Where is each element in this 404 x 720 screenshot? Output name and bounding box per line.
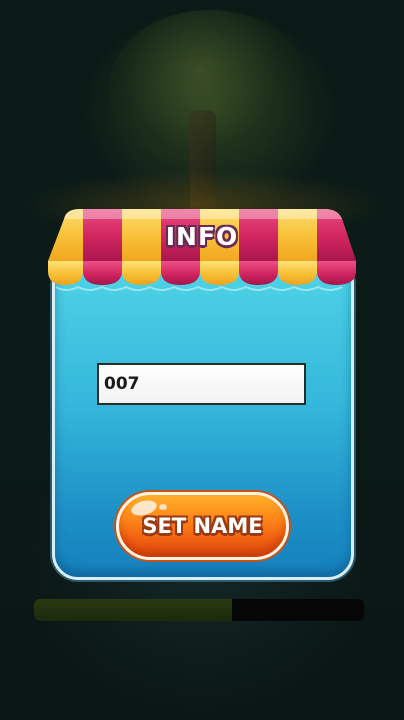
loading-progress-bar <box>34 599 364 621</box>
set-name-button[interactable]: SET NAME <box>116 492 289 560</box>
player-name-input[interactable] <box>97 363 306 405</box>
dialog-title: INFO <box>165 222 239 251</box>
loading-progress-fill <box>34 599 232 621</box>
button-gloss-dot <box>159 504 167 510</box>
